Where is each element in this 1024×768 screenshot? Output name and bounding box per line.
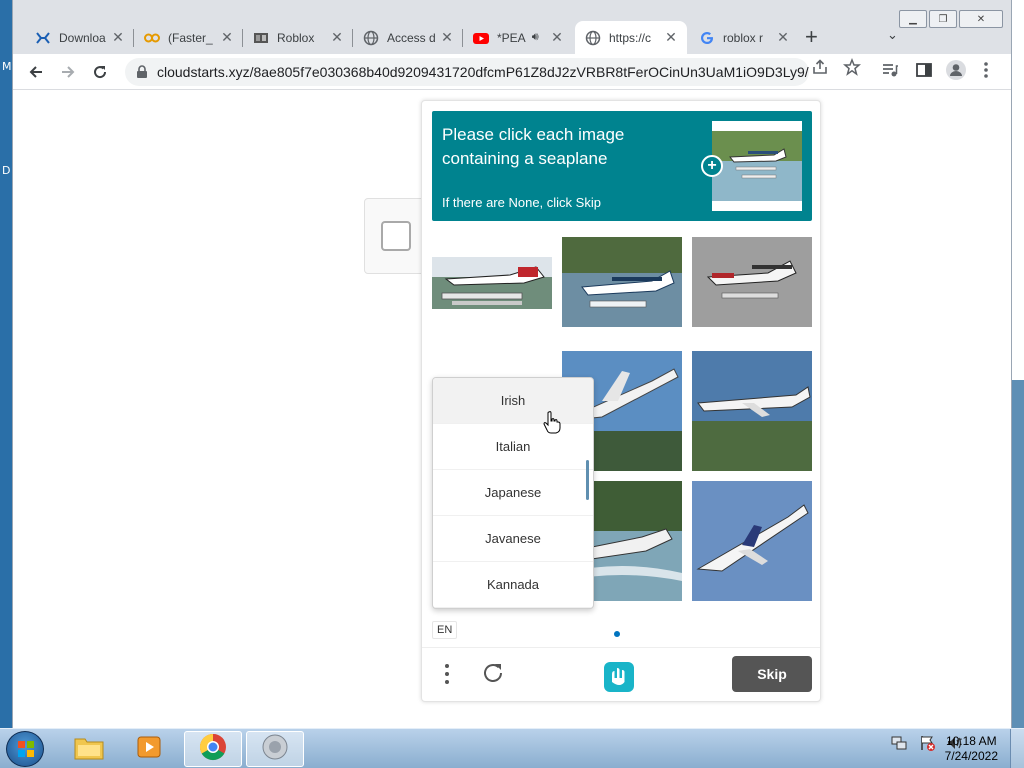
prompt-line: Please click each image [442,125,625,144]
window-controls: ▁ ❐ ✕ [897,10,1003,28]
dropdown-scrollbar[interactable] [586,460,589,500]
hand-cursor-icon [543,410,561,434]
refresh-icon[interactable] [480,660,506,686]
speaker-app-icon [260,732,290,767]
bookmark-star-icon[interactable] [843,57,861,80]
speaker-icon[interactable]: 🔊︎ [532,31,539,44]
tab-title: Downloa [59,30,106,45]
plus-icon[interactable]: + [701,155,723,177]
close-icon[interactable]: ✕ [439,29,455,46]
tab-title: https://c [609,30,652,45]
sample-image [712,121,802,211]
close-icon[interactable]: ✕ [219,29,235,46]
lock-icon[interactable] [135,65,149,79]
google-icon [699,30,715,46]
captcha-challenge: Please click each image containing a sea… [421,100,821,702]
show-desktop-button[interactable] [1010,729,1024,768]
taskbar-clock[interactable]: 10:18 AM 7/24/2022 [945,734,998,764]
captcha-tile[interactable] [692,351,812,471]
tab-faster[interactable]: (Faster_ ✕ [134,21,243,54]
kebab-menu-icon[interactable] [983,60,989,84]
taskbar-media-player[interactable] [120,731,178,767]
captcha-checkbox[interactable] [381,221,411,251]
captcha-tile[interactable] [432,237,552,357]
film-icon [253,30,269,46]
language-option[interactable]: Kannada [433,562,593,608]
tab-title: (Faster_ [168,30,213,45]
language-option[interactable]: Javanese [433,516,593,562]
prompt-line: containing a seaplane [442,149,608,168]
tab-title: *PEA [497,30,526,45]
close-icon[interactable]: ✕ [775,29,791,46]
language-option[interactable]: Italian [433,424,593,470]
prompt-text: Please click each image containing a sea… [442,123,692,171]
taskbar: 10:18 AM 7/24/2022 [0,728,1024,768]
tab-youtube[interactable]: *PEA 🔊︎ ✕ [463,21,573,54]
hcaptcha-logo-icon [602,660,636,694]
desktop-label: D [2,164,11,177]
media-control-icon[interactable] [881,61,899,83]
maximize-button[interactable]: ❐ [929,10,957,28]
side-panel-icon[interactable] [915,61,933,83]
tab-title: Access d [387,30,436,45]
menu-dots-icon[interactable] [444,662,450,692]
tab-strip: Downloa ✕ (Faster_ ✕ Roblox ✕ Access d ✕… [13,0,1011,54]
tab-cloudstarts[interactable]: https://c ✕ [575,21,687,54]
captcha-tile[interactable] [692,481,812,601]
desktop-right-edge [1012,380,1024,728]
captcha-prompt: Please click each image containing a sea… [432,111,812,221]
action-center-icon[interactable] [918,734,936,757]
tab-downloads[interactable]: Downloa ✕ [25,21,134,54]
tab-search-icon[interactable]: ⌄ [887,27,898,43]
clock-date: 7/24/2022 [944,749,998,763]
close-window-button[interactable]: ✕ [959,10,1003,28]
browser-window: Downloa ✕ (Faster_ ✕ Roblox ✕ Access d ✕… [12,0,1012,728]
tab-google[interactable]: roblox r ✕ [689,21,799,54]
globe-icon [585,30,601,46]
captcha-tile[interactable] [562,237,682,357]
page-content: Please click each image containing a sea… [13,90,1011,728]
media-player-icon [135,733,163,766]
address-bar[interactable]: cloudstarts.xyz/8ae805f7e030368b40d92094… [125,58,809,86]
glasses-icon [144,30,160,46]
tab-title: Roblox [277,30,315,45]
desktop-label: M [2,60,12,73]
captcha-footer: Skip [422,647,820,703]
new-tab-button[interactable]: + [805,24,818,50]
taskbar-chrome[interactable] [184,731,242,767]
reload-icon[interactable] [89,61,111,83]
chrome-icon [198,732,228,767]
network-icon[interactable] [890,734,908,757]
clock-time: 10:18 AM [945,734,997,748]
captcha-tile[interactable] [692,237,812,357]
language-code[interactable]: EN [432,621,458,639]
profile-avatar-icon[interactable] [945,59,967,85]
language-option[interactable]: Irish [433,378,593,424]
taskbar-explorer[interactable] [60,731,118,767]
prompt-subtext: If there are None, click Skip [442,195,601,210]
url-text: cloudstarts.xyz/8ae805f7e030368b40d92094… [157,64,809,80]
close-icon[interactable]: ✕ [329,29,345,46]
start-button[interactable] [6,731,44,767]
close-icon[interactable]: ✕ [110,29,126,46]
language-option[interactable]: Japanese [433,470,593,516]
forward-icon[interactable] [57,61,79,83]
tab-title: roblox r [723,30,764,45]
taskbar-audio[interactable] [246,731,304,767]
language-dropdown[interactable]: Irish Italian Japanese Javanese Kannada [432,377,594,609]
page-indicator-dot [614,631,620,637]
close-icon[interactable]: ✕ [549,29,565,46]
globe-icon [363,30,379,46]
back-icon[interactable] [25,61,47,83]
malwarebytes-icon [35,30,51,46]
tab-roblox[interactable]: Roblox ✕ [243,21,353,54]
folder-icon [73,733,105,766]
tab-access[interactable]: Access d ✕ [353,21,463,54]
browser-toolbar: cloudstarts.xyz/8ae805f7e030368b40d92094… [13,54,1011,90]
youtube-icon [473,30,489,46]
share-icon[interactable] [811,58,829,80]
skip-button[interactable]: Skip [732,656,812,692]
minimize-button[interactable]: ▁ [899,10,927,28]
close-icon[interactable]: ✕ [663,29,679,46]
